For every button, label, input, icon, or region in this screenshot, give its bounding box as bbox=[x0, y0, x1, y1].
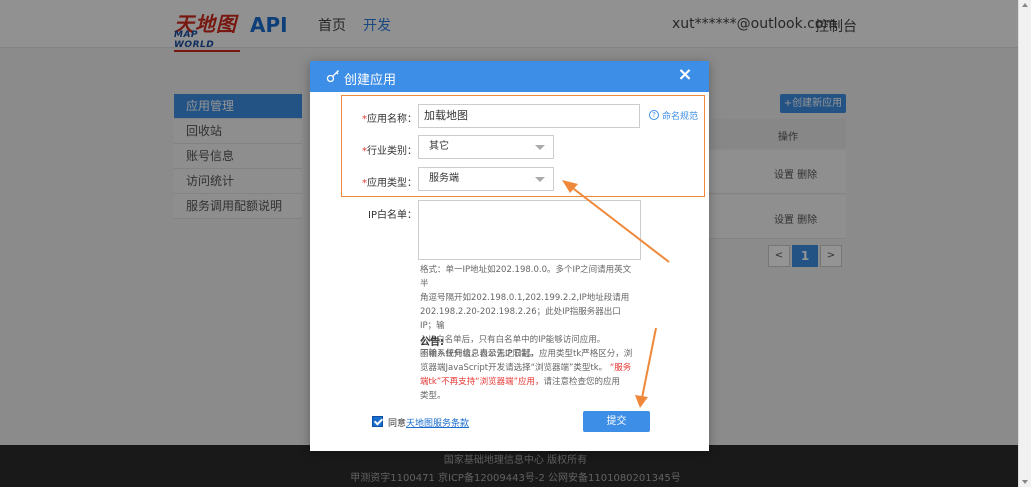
notice-line: 因新系统升级，自公告之日起，应用类型tk严格区分，浏 bbox=[420, 349, 633, 359]
chevron-down-icon bbox=[535, 145, 545, 150]
notice-line: 类型。 bbox=[420, 391, 446, 401]
notice-red-text: 端tk”不再支持“浏览器端”应用， bbox=[420, 377, 544, 387]
help-icon[interactable]: ? bbox=[649, 110, 659, 120]
note-line: 格式：单一IP地址如202.198.0.0。多个IP之间请用英文半 bbox=[420, 265, 632, 289]
close-icon[interactable]: × bbox=[676, 66, 694, 84]
industry-label-text: 行业类别： bbox=[367, 146, 417, 157]
notice-line: 览器端JavaScript开发请选择“浏览器端”类型tk。 “服务 bbox=[420, 361, 635, 375]
create-app-dialog: 创建应用 × *应用名称： 加载地图 ? 命名规范 *行业类别： 其它 *应用类… bbox=[310, 61, 709, 451]
dialog-title: 创建应用 bbox=[344, 73, 397, 88]
submit-button[interactable]: 提交 bbox=[583, 411, 650, 432]
industry-label: *行业类别： bbox=[337, 142, 417, 157]
app-type-select[interactable]: 服务端 bbox=[418, 167, 554, 191]
notice-line-text: 览器端JavaScript开发请选择“浏览器端”类型tk。 bbox=[420, 363, 608, 373]
notice-title: 公告: bbox=[420, 337, 444, 348]
scroll-up-arrow-icon[interactable] bbox=[1022, 3, 1028, 7]
notice-body: 因新系统升级，自公告之日起，应用类型tk严格区分，浏 览器端JavaScript… bbox=[420, 347, 635, 403]
app-name-label: *应用名称： bbox=[337, 110, 417, 125]
chevron-down-icon bbox=[535, 177, 545, 182]
app-name-label-text: 应用名称： bbox=[367, 114, 417, 125]
app-type-selected-value: 服务端 bbox=[429, 173, 459, 184]
terms-of-service-link[interactable]: 天地图服务条款 bbox=[406, 419, 469, 429]
app-type-label-text: 应用类型： bbox=[367, 178, 417, 189]
note-line: 202.198.2.20-202.198.2.26；此处IP指服务器出口IP；输 bbox=[420, 307, 621, 331]
app-name-input[interactable]: 加载地图 bbox=[418, 104, 640, 128]
scroll-down-arrow-icon[interactable] bbox=[1022, 480, 1028, 484]
industry-selected-value: 其它 bbox=[429, 141, 449, 152]
notice-line: 端tk”不再支持“浏览器端”应用，请注意检查您的应用 bbox=[420, 375, 635, 389]
notice-line-text: 请注意检查您的应用 bbox=[543, 377, 620, 387]
note-line: 角逗号隔开如202.198.0.1,202.199.2.2,IP地址段请用 bbox=[420, 293, 630, 303]
agree-terms-label: 同意天地图服务条款 bbox=[388, 416, 469, 429]
agree-terms-checkbox[interactable] bbox=[372, 416, 383, 427]
key-icon bbox=[326, 70, 339, 83]
note-line: 入IP白名单后，只有白名单中的IP能够访问应用。 bbox=[420, 335, 606, 345]
ip-whitelist-label: IP白名单： bbox=[368, 210, 417, 221]
industry-select[interactable]: 其它 bbox=[418, 135, 554, 159]
app-type-label: *应用类型： bbox=[337, 174, 417, 189]
ip-whitelist-textarea[interactable] bbox=[418, 200, 641, 260]
page-scrollbar[interactable] bbox=[1018, 0, 1031, 487]
agree-prefix-text: 同意 bbox=[388, 419, 407, 429]
naming-rules-link[interactable]: 命名规范 bbox=[662, 109, 698, 122]
notice-red-text: “服务 bbox=[609, 363, 632, 373]
dialog-header: 创建应用 × bbox=[310, 61, 709, 92]
